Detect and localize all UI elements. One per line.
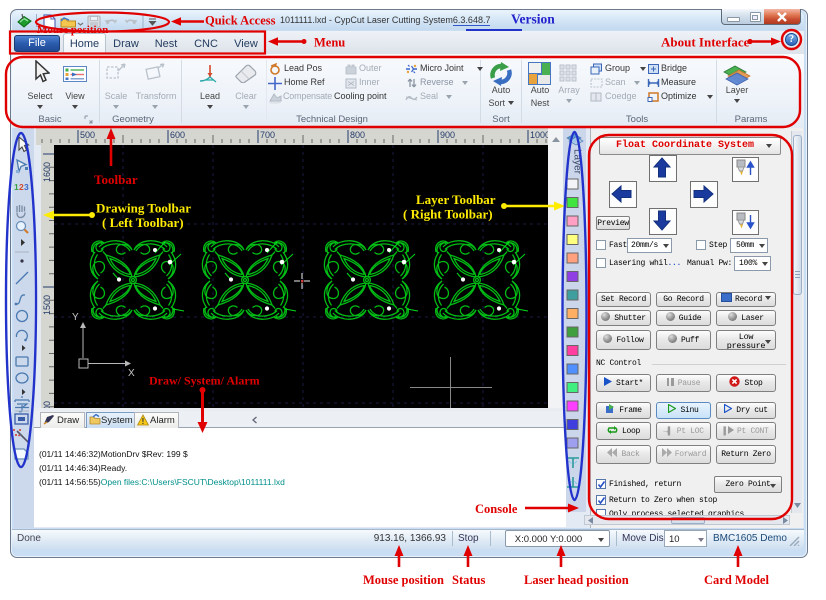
svg-text:Card Model: Card Model <box>704 573 769 587</box>
svg-text:Version: Version <box>511 12 555 27</box>
svg-text:Status: Status <box>452 573 485 587</box>
svg-text:Laser head position: Laser head position <box>524 573 629 587</box>
svg-text:Console: Console <box>475 502 518 516</box>
svg-text:( Left Toolbar): ( Left Toolbar) <box>102 215 184 230</box>
svg-text:Layer Toolbar: Layer Toolbar <box>416 192 496 207</box>
svg-text:Draw/ System/ Alarm: Draw/ System/ Alarm <box>149 374 260 388</box>
svg-text:Menu: Menu <box>314 36 345 50</box>
svg-text:Toolbar: Toolbar <box>94 172 138 187</box>
svg-text:( Right Toolbar): ( Right Toolbar) <box>403 207 493 222</box>
svg-text:Drawing Toolbar: Drawing Toolbar <box>96 201 191 216</box>
svg-text:Quick Access: Quick Access <box>205 14 276 28</box>
svg-text:About Interface: About Interface <box>661 35 750 50</box>
svg-text:Mouse position: Mouse position <box>363 573 444 587</box>
